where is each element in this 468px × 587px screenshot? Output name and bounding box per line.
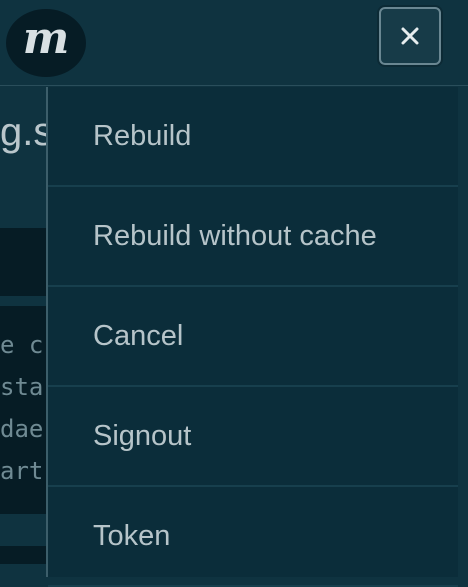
logo-letter: m <box>22 13 70 64</box>
dropdown-menu: Rebuild Rebuild without cache Cancel Sig… <box>46 87 458 587</box>
menu-item-signout[interactable]: Signout <box>48 387 458 487</box>
menu-item-cancel[interactable]: Cancel <box>48 287 458 387</box>
menu-item-token[interactable]: Token <box>48 487 458 587</box>
right-edge <box>458 87 468 564</box>
logo[interactable]: m <box>6 9 86 77</box>
menu-item-rebuild[interactable]: Rebuild <box>48 87 458 187</box>
top-bar: m <box>0 0 468 86</box>
content-block <box>0 228 48 296</box>
code-line: sta <box>0 373 44 401</box>
code-line: dae <box>0 415 44 443</box>
content-block <box>0 546 48 564</box>
close-icon <box>401 27 419 45</box>
code-line: e c <box>0 331 44 359</box>
close-menu-button[interactable] <box>379 7 441 65</box>
menu-item-rebuild-without-cache[interactable]: Rebuild without cache <box>48 187 458 287</box>
code-line: art <box>0 457 44 485</box>
